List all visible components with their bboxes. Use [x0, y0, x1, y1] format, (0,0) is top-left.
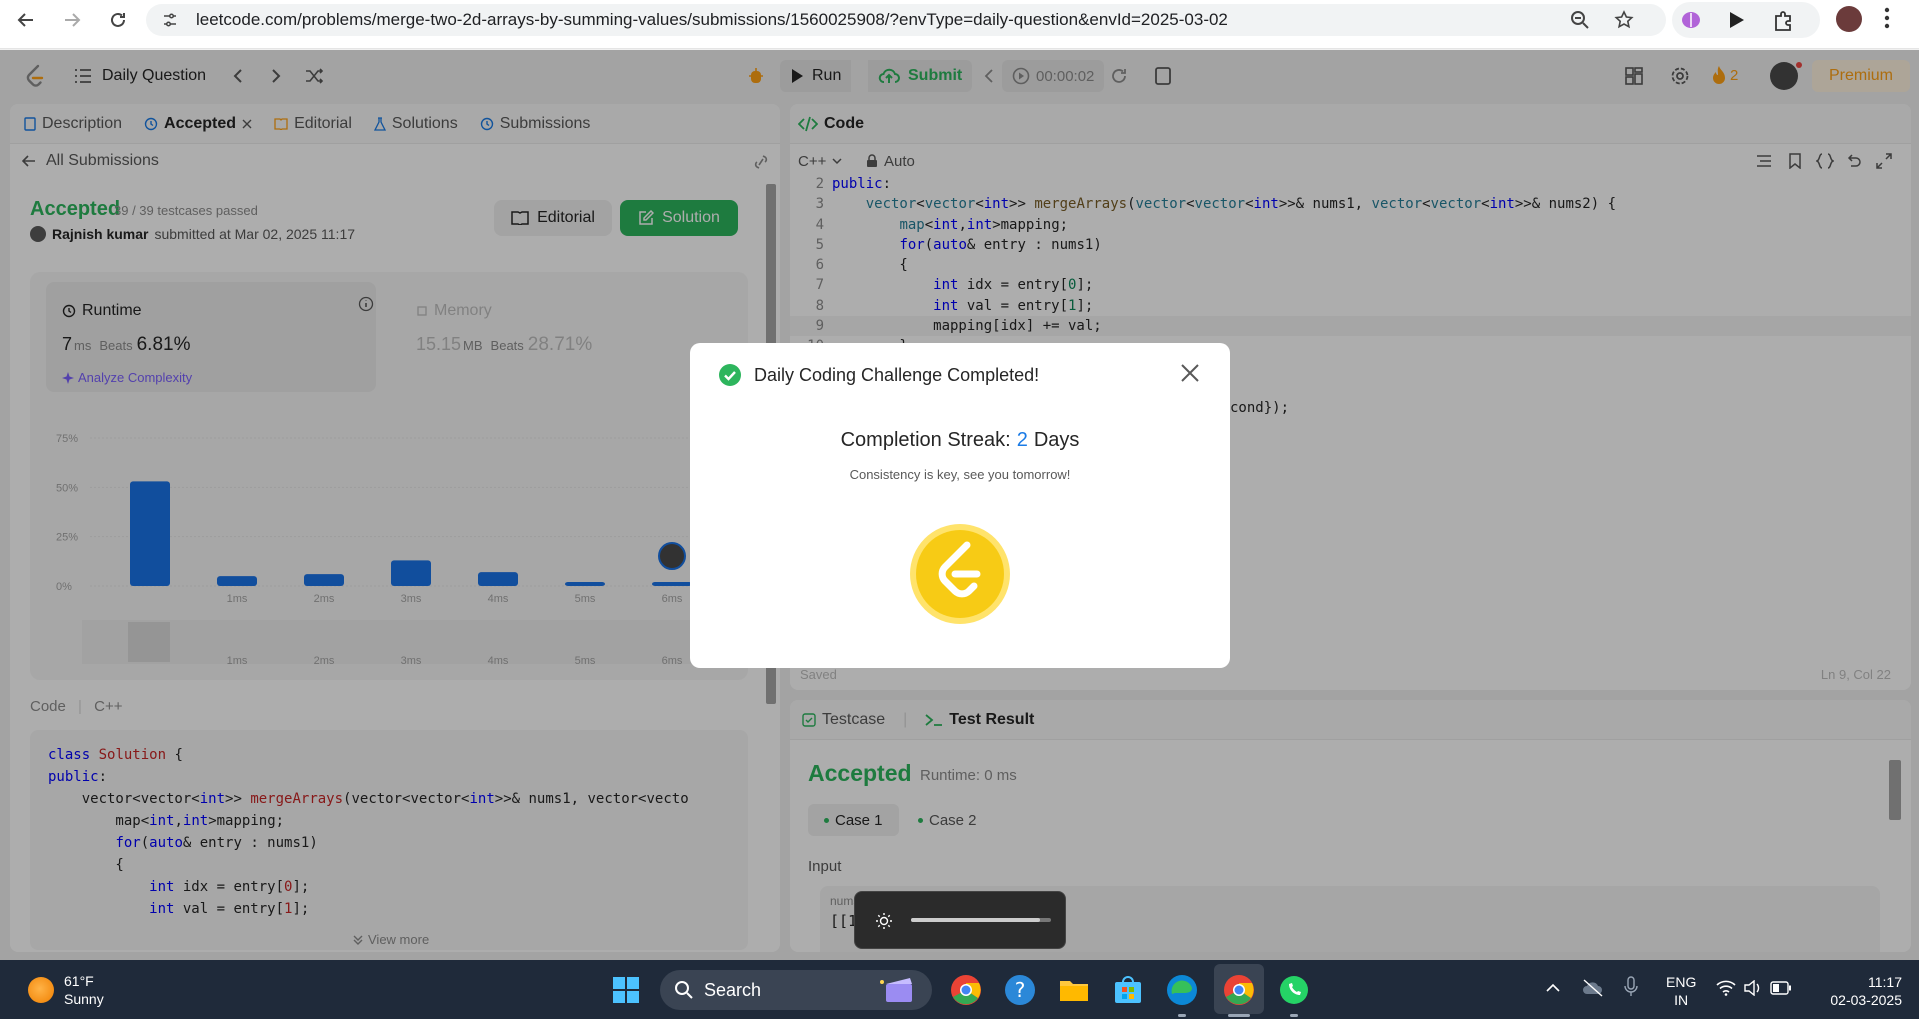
brain-extension-icon[interactable]	[1680, 10, 1702, 30]
brightness-sun-icon	[876, 913, 892, 929]
volume-icon[interactable]	[1744, 980, 1762, 996]
modal-title: Daily Coding Challenge Completed!	[754, 365, 1040, 385]
site-info-icon[interactable]	[162, 12, 178, 28]
search-icon	[675, 981, 693, 999]
clock-time: 11:17	[1868, 974, 1902, 990]
puzzle-icon[interactable]	[1772, 10, 1794, 32]
clock-date: 02-03-2025	[1830, 992, 1902, 1008]
forward-button[interactable]	[52, 0, 92, 40]
weather-temp: 61°F	[64, 973, 94, 989]
brightness-level	[911, 918, 1040, 922]
back-button[interactable]	[6, 0, 46, 40]
bookmark-star-icon[interactable]	[1614, 10, 1634, 30]
whatsapp-icon[interactable]	[1278, 974, 1310, 1006]
url-text: leetcode.com/problems/merge-two-2d-array…	[196, 10, 1228, 29]
reload-button[interactable]	[98, 0, 138, 40]
file-explorer-icon[interactable]	[1058, 974, 1090, 1006]
edge-running-indicator	[1178, 1014, 1186, 1017]
arrow-left-icon	[17, 13, 33, 27]
language-indicator[interactable]: ENG IN	[1666, 973, 1696, 1009]
whatsapp-running-indicator	[1290, 1014, 1298, 1017]
zoom-icon[interactable]	[1570, 10, 1590, 30]
system-clock[interactable]: 11:17 02-03-2025	[1812, 973, 1902, 1009]
streak-unit: Days	[1033, 429, 1080, 451]
weather-condition: Sunny	[64, 991, 104, 1007]
clapperboard-icon	[880, 978, 912, 1002]
sun-icon	[28, 977, 54, 1003]
leetcode-coin-icon	[910, 524, 1010, 624]
play-extension-icon[interactable]	[1726, 10, 1746, 30]
help-icon[interactable]: ?	[1004, 974, 1036, 1006]
arrow-right-icon	[65, 13, 81, 27]
store-icon[interactable]	[1112, 974, 1144, 1006]
lang-region: IN	[1674, 992, 1689, 1008]
lang-primary: ENG	[1666, 974, 1697, 990]
address-bar[interactable]: leetcode.com/problems/merge-two-2d-array…	[146, 4, 1666, 36]
weather-widget[interactable]: 61°F Sunny	[28, 972, 104, 1008]
svg-text:?: ?	[1015, 978, 1026, 1002]
browser-toolbar: leetcode.com/problems/merge-two-2d-array…	[0, 0, 1919, 49]
streak-message: Consistency is key, see you tomorrow!	[849, 467, 1071, 482]
onedrive-off-icon[interactable]	[1582, 978, 1604, 998]
streak-line: Completion Streak: 2 Days	[690, 429, 1230, 452]
check-circle-icon	[719, 364, 741, 386]
profile-avatar[interactable]	[1836, 6, 1862, 32]
more-menu-icon[interactable]	[1884, 6, 1890, 30]
chrome-icon[interactable]	[950, 974, 982, 1006]
chrome-active-indicator	[1228, 1014, 1250, 1017]
windows-taskbar: 61°F Sunny Search ? ENG IN 11:17 02-03-2…	[0, 960, 1919, 1019]
windows-start-icon[interactable]	[612, 976, 640, 1004]
brightness-slider[interactable]	[911, 918, 1051, 922]
edge-icon[interactable]	[1166, 974, 1198, 1006]
streak-number: 2	[1016, 429, 1028, 451]
extensions-area	[1672, 2, 1820, 38]
wifi-icon[interactable]	[1716, 980, 1736, 996]
streak-label: Completion Streak:	[840, 429, 1011, 451]
daily-challenge-modal: Daily Coding Challenge Completed! Comple…	[690, 343, 1230, 668]
chrome-profile-icon[interactable]	[1223, 974, 1255, 1006]
taskbar-search[interactable]: Search	[660, 970, 932, 1010]
chevron-up-icon[interactable]	[1545, 982, 1561, 994]
microphone-icon[interactable]	[1624, 976, 1638, 998]
close-icon[interactable]	[1178, 361, 1202, 385]
battery-icon[interactable]	[1770, 981, 1792, 995]
taskbar-search-label: Search	[704, 979, 762, 1000]
brightness-flyout	[854, 891, 1066, 949]
reload-icon	[111, 12, 125, 27]
